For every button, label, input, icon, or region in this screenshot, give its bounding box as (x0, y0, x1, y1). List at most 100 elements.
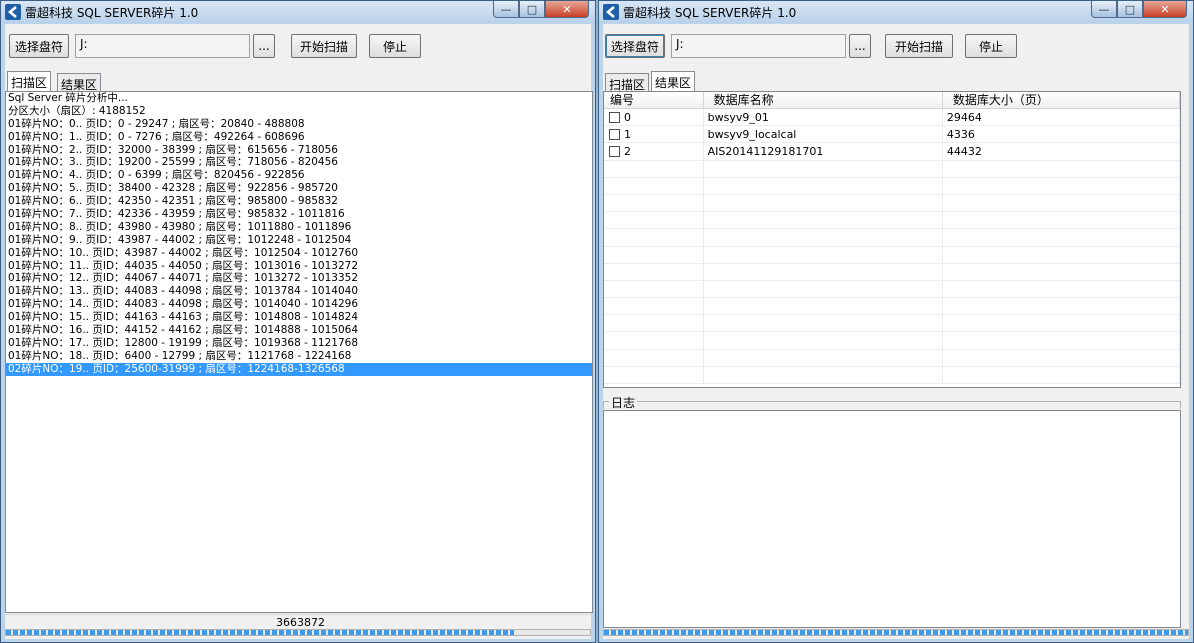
maximize-button[interactable]: □ (519, 1, 545, 18)
select-drive-button[interactable]: 选择盘符 (605, 34, 665, 58)
tab-results[interactable]: 结果区 (57, 73, 102, 92)
list-item[interactable]: 分区大小（扇区）: 4188152 (6, 105, 592, 118)
cell-size: 4336 (943, 126, 1180, 144)
list-item[interactable]: Sql Server 碎片分析中... (6, 92, 592, 105)
cell-id (604, 160, 704, 178)
browse-button[interactable]: ... (849, 34, 871, 58)
scan-progress-bar (5, 629, 591, 636)
row-checkbox[interactable] (609, 129, 620, 141)
path-field[interactable]: J: (75, 34, 250, 58)
close-button[interactable]: ✕ (545, 1, 589, 18)
cell-name (704, 160, 943, 178)
table-row (604, 212, 1180, 230)
cell-size: 29464 (943, 109, 1180, 126)
list-item[interactable]: 01碎片NO：9.. 页ID：43987 - 44002 ; 扇区号：10122… (6, 234, 592, 247)
browse-button[interactable]: ... (253, 34, 275, 58)
window-title: 雷超科技 SQL SERVER碎片 1.0 (623, 6, 797, 20)
table-row[interactable]: 2 AIS20141129181701 44432 (604, 143, 1180, 161)
cell-size (943, 212, 1180, 230)
list-item[interactable]: 01碎片NO：13.. 页ID：44083 - 44098 ; 扇区号：1013… (6, 285, 592, 298)
list-item[interactable]: 01碎片NO：4.. 页ID：0 - 6399 ; 扇区号：820456 - 9… (6, 169, 592, 182)
list-item[interactable]: 02碎片NO：19.. 页ID：25600-31999 ; 扇区号：122416… (6, 362, 592, 376)
list-item[interactable]: 01碎片NO：10.. 页ID：43987 - 44002 ; 扇区号：1012… (6, 247, 592, 260)
cell-size (943, 315, 1180, 333)
column-header-name[interactable]: 数据库名称 (704, 92, 943, 109)
table-row (604, 263, 1180, 281)
list-body: 0 bwsyv9_01 29464 1 bwsyv9_localcal 4336 2 AIS2… (604, 109, 1180, 384)
row-id: 1 (624, 128, 631, 142)
column-header-id[interactable]: 编号 (604, 92, 704, 109)
status-bar: 3663872 (5, 614, 591, 629)
cell-size (943, 246, 1180, 264)
scan-log-list[interactable]: Sql Server 碎片分析中... 分区大小（扇区）: 4188152 01碎片… (5, 91, 593, 613)
cell-name (704, 263, 943, 281)
progress-fill (604, 630, 1188, 635)
minimize-button[interactable]: — (493, 1, 519, 18)
start-scan-button[interactable]: 开始扫描 (291, 34, 357, 58)
maximize-button[interactable]: □ (1117, 1, 1143, 18)
table-row (604, 194, 1180, 213)
start-scan-button[interactable]: 开始扫描 (885, 34, 953, 58)
list-item[interactable]: 01碎片NO：11.. 页ID：44035 - 44050 ; 扇区号：1013… (6, 260, 592, 273)
select-drive-button[interactable]: 选择盘符 (9, 34, 69, 58)
minimize-button[interactable]: — (1091, 1, 1117, 18)
cell-id (604, 212, 704, 230)
cell-id (604, 315, 704, 333)
list-item[interactable]: 01碎片NO：2.. 页ID：32000 - 38399 ; 扇区号：61565… (6, 144, 592, 157)
window-title: 雷超科技 SQL SERVER碎片 1.0 (25, 6, 199, 20)
table-row (604, 160, 1180, 178)
cell-name (704, 194, 943, 212)
cell-name (704, 332, 943, 350)
list-item[interactable]: 01碎片NO：0.. 页ID：0 - 29247 ; 扇区号：20840 - 4… (6, 118, 592, 131)
list-item[interactable]: 01碎片NO：3.. 页ID：19200 - 25599 ; 扇区号：71805… (6, 156, 592, 169)
cell-size: 44432 (943, 143, 1180, 161)
row-id: 2 (624, 145, 631, 159)
cell-size (943, 280, 1180, 298)
cell-name (704, 315, 943, 333)
table-row[interactable]: 1 bwsyv9_localcal 4336 (604, 126, 1180, 144)
cell-name: bwsyv9_localcal (704, 126, 943, 144)
stop-button[interactable]: 停止 (369, 34, 421, 58)
cell-id (604, 177, 704, 195)
list-item[interactable]: 01碎片NO：18.. 页ID：6400 - 12799 ; 扇区号：11217… (6, 350, 592, 363)
tab-scan[interactable]: 扫描区 (7, 71, 52, 91)
cell-id (604, 280, 704, 298)
row-checkbox[interactable] (609, 146, 620, 158)
client-area: 选择盘符 J: ... 开始扫描 停止 扫描区 结果区 Sql Server 碎… (5, 24, 593, 639)
close-button[interactable]: ✕ (1143, 1, 1187, 18)
list-item[interactable]: 01碎片NO：6.. 页ID：42350 - 42351 ; 扇区号：98580… (6, 195, 592, 208)
path-field[interactable]: J: (671, 34, 846, 58)
cell-size (943, 332, 1180, 350)
log-group: 日志 (603, 394, 1181, 411)
cell-id (604, 229, 704, 247)
list-item[interactable]: 01碎片NO：16.. 页ID：44152 - 44162 ; 扇区号：1014… (6, 324, 592, 337)
cell-name: AIS20141129181701 (704, 143, 943, 161)
column-header-size[interactable]: 数据库大小（页） (943, 92, 1180, 109)
table-row (604, 332, 1180, 350)
list-item[interactable]: 01碎片NO：14.. 页ID：44083 - 44098 ; 扇区号：1014… (6, 298, 592, 311)
cell-size (943, 160, 1180, 178)
list-item[interactable]: 01碎片NO：15.. 页ID：44163 - 44163 ; 扇区号：1014… (6, 311, 592, 324)
stop-button[interactable]: 停止 (965, 34, 1017, 58)
list-item[interactable]: 01碎片NO：5.. 页ID：38400 - 42328 ; 扇区号：92285… (6, 182, 592, 195)
tab-scan[interactable]: 扫描区 (605, 73, 650, 92)
list-item[interactable]: 01碎片NO：8.. 页ID：43980 - 43980 ; 扇区号：10118… (6, 221, 592, 234)
list-item[interactable]: 01碎片NO：1.. 页ID：0 - 7276 ; 扇区号：492264 - 6… (6, 131, 592, 144)
cell-size (943, 177, 1180, 195)
table-row (604, 280, 1180, 299)
title-bar[interactable]: 雷超科技 SQL SERVER碎片 1.0 — □ ✕ (1, 1, 595, 23)
cell-name (704, 280, 943, 298)
database-list[interactable]: 编号 数据库名称 数据库大小（页） 0 bwsyv9_01 29464 1 bwsyv9… (603, 91, 1181, 388)
row-checkbox[interactable] (609, 112, 620, 123)
cell-size (943, 298, 1180, 316)
cell-size (943, 366, 1180, 384)
table-row[interactable]: 0 bwsyv9_01 29464 (604, 109, 1180, 127)
cell-id (604, 194, 704, 212)
title-bar[interactable]: 雷超科技 SQL SERVER碎片 1.0 — □ ✕ (599, 1, 1193, 23)
list-item[interactable]: 01碎片NO：17.. 页ID：12800 - 19199 ; 扇区号：1019… (6, 337, 592, 350)
tab-results[interactable]: 结果区 (651, 71, 696, 91)
cell-size (943, 349, 1180, 367)
log-panel[interactable] (603, 410, 1181, 628)
list-item[interactable]: 01碎片NO：12.. 页ID：44067 - 44071 ; 扇区号：1013… (6, 272, 592, 285)
list-item[interactable]: 01碎片NO：7.. 页ID：42336 - 43959 ; 扇区号：98583… (6, 208, 592, 221)
